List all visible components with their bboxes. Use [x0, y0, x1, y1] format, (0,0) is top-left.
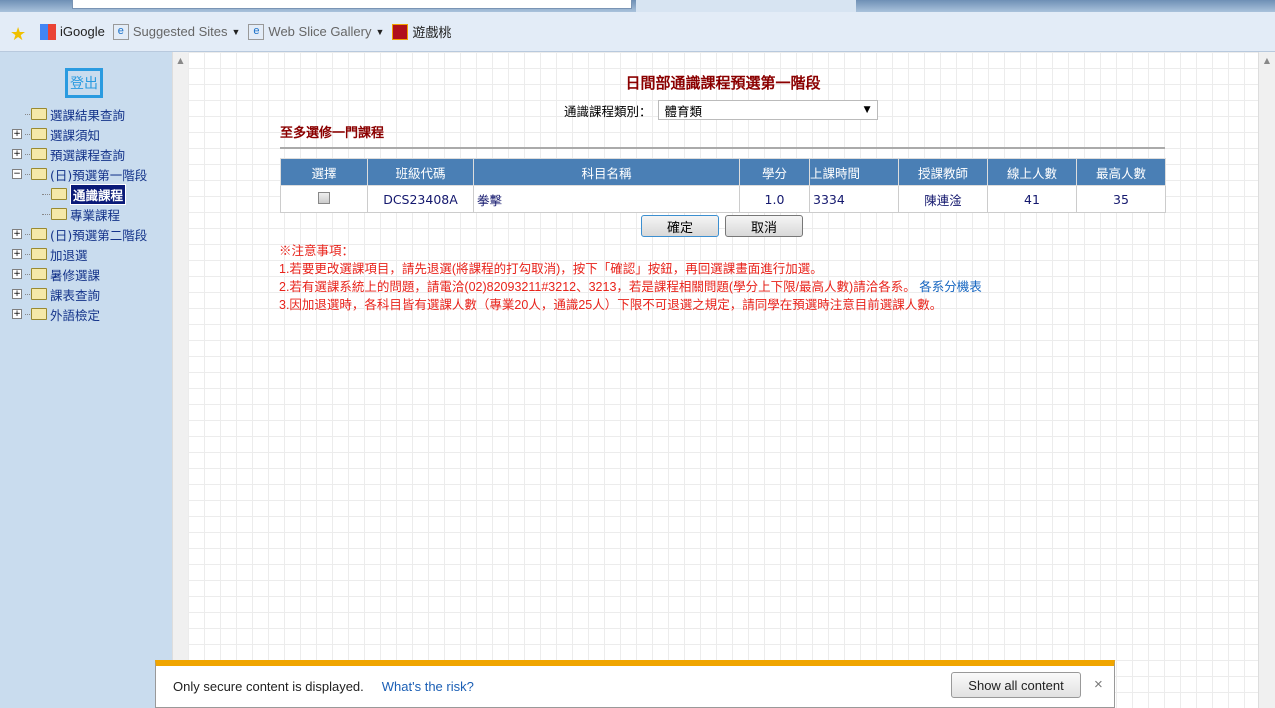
ie-page-icon: e — [112, 23, 129, 40]
ie-page-icon: e — [248, 23, 265, 40]
expand-icon[interactable]: + — [12, 149, 22, 159]
sidebar-item-add-drop[interactable]: + 加退選 — [12, 244, 147, 264]
course-code: DCS23408A — [367, 185, 474, 213]
folder-icon — [31, 228, 47, 240]
sidebar-item-language-test[interactable]: + 外語檢定 — [12, 304, 147, 324]
nav-tree: 選課結果查詢 + 選課須知 + 預選課程查詢 − (日)預選第一階段 通識課程 專業課… — [12, 104, 147, 324]
header-time: 上課時間 — [809, 158, 899, 186]
favorite-game[interactable]: 遊戲桃 — [392, 22, 451, 41]
collapse-icon[interactable]: − — [12, 169, 22, 179]
header-teacher: 授課教師 — [898, 158, 988, 186]
notes-heading: ※注意事項： — [279, 244, 355, 258]
address-bar[interactable] — [72, 0, 632, 9]
course-credit: 1.0 — [739, 185, 810, 213]
favorite-igoogle[interactable]: iGoogle — [40, 23, 105, 40]
table-header: 選擇 班級代碼 科目名稱 學分 上課時間 授課教師 線上人數 最高人數 — [280, 158, 1166, 186]
divider — [280, 147, 1165, 149]
expand-icon[interactable]: + — [12, 289, 22, 299]
folder-icon — [31, 308, 47, 320]
sidebar-item-preselect-query[interactable]: + 預選課程查詢 — [12, 144, 147, 164]
show-all-content-button[interactable]: Show all content — [951, 672, 1081, 698]
header-code: 班級代碼 — [367, 158, 474, 186]
header-online: 線上人數 — [987, 158, 1077, 186]
dropdown-arrow-icon: ▼ — [375, 26, 385, 37]
scroll-up-icon[interactable]: ▲ — [1259, 56, 1275, 65]
folder-icon — [31, 268, 47, 280]
expand-icon[interactable]: + — [12, 249, 22, 259]
favorite-web-slice-gallery[interactable]: e Web Slice Gallery ▼ — [248, 23, 385, 40]
favorites-bar: ★ iGoogle e Suggested Sites ▼ e Web Slice G… — [0, 12, 1275, 52]
expand-icon[interactable]: + — [12, 129, 22, 139]
folder-icon — [31, 108, 47, 120]
category-label: 通識課程類別： — [564, 103, 652, 119]
security-notification-bar: Only secure content is displayed. What's… — [155, 660, 1115, 708]
table-row: DCS23408A 拳擊 1.0 3334 陳連淦 41 35 — [280, 185, 1166, 213]
scroll-up-icon[interactable]: ▲ — [173, 56, 188, 65]
favorite-suggested-sites[interactable]: e Suggested Sites ▼ — [112, 23, 241, 40]
folder-icon — [31, 148, 47, 160]
close-icon[interactable]: × — [1094, 676, 1103, 693]
game-site-icon — [392, 23, 409, 40]
category-filter: 通識課程類別： 體育類 ▼ — [564, 100, 878, 120]
folder-icon — [51, 208, 67, 220]
header-name: 科目名稱 — [473, 158, 740, 186]
sidebar-item-general-courses[interactable]: 通識課程 — [12, 183, 147, 205]
chevron-down-icon: ▼ — [863, 105, 871, 115]
cancel-button[interactable]: 取消 — [725, 215, 803, 237]
google-icon — [40, 23, 56, 40]
dept-extension-link[interactable]: 各系分機表 — [919, 280, 982, 294]
page-scrollbar[interactable]: ▲ — [1258, 52, 1275, 708]
sidebar-item-summer[interactable]: + 暑修選課 — [12, 264, 147, 284]
sidebar-item-timetable[interactable]: + 課表查詢 — [12, 284, 147, 304]
folder-icon — [31, 168, 47, 180]
dropdown-arrow-icon: ▼ — [231, 26, 241, 37]
browser-tab[interactable] — [636, 0, 856, 12]
sidebar-scrollbar[interactable]: ▲ — [172, 52, 188, 708]
sidebar-item-stage-one[interactable]: − (日)預選第一階段 — [12, 164, 147, 184]
favorites-star-icon[interactable]: ★ — [10, 24, 32, 44]
sidebar-item-stage-two[interactable]: + (日)預選第二階段 — [12, 224, 147, 244]
note-2: 2.若有選課系統上的問題，請電洽(02)82093211#3212、3213，若… — [279, 280, 916, 294]
sidebar-item-course-result[interactable]: 選課結果查詢 — [12, 104, 147, 124]
course-table: 選擇 班級代碼 科目名稱 學分 上課時間 授課教師 線上人數 最高人數 DCS2… — [280, 158, 1166, 213]
course-time: 3334 — [809, 185, 899, 213]
sidebar-item-major-courses[interactable]: 專業課程 — [12, 204, 147, 224]
whats-the-risk-link[interactable]: What's the risk? — [382, 679, 474, 694]
sidebar-item-notice[interactable]: + 選課須知 — [12, 124, 147, 144]
header-select: 選擇 — [280, 158, 368, 186]
expand-icon[interactable]: + — [12, 229, 22, 239]
course-checkbox[interactable] — [318, 191, 330, 204]
note-1: 1.若要更改選課項目，請先退選(將課程的打勾取消)，按下「確認」按鈕，再回選課畫… — [279, 262, 823, 276]
course-teacher: 陳連淦 — [898, 185, 988, 213]
confirm-button[interactable]: 確定 — [641, 215, 719, 237]
header-max: 最高人數 — [1076, 158, 1166, 186]
course-name: 拳擊 — [473, 185, 740, 213]
notes: ※注意事項： 1.若要更改選課項目，請先退選(將課程的打勾取消)，按下「確認」按… — [279, 242, 982, 314]
browser-title-bar — [0, 0, 1275, 12]
category-select[interactable]: 體育類 ▼ — [657, 100, 878, 120]
open-folder-icon — [51, 188, 67, 200]
limit-notice: 至多選修一門課程 — [280, 126, 385, 141]
logout-button[interactable]: 登出 — [65, 68, 103, 98]
max-count: 35 — [1076, 185, 1166, 213]
main-content: 日間部通識課程預選第一階段 通識課程類別： 體育類 ▼ 至多選修一門課程 選擇 班… — [188, 52, 1258, 708]
notification-message: Only secure content is displayed. — [173, 679, 364, 694]
expand-icon[interactable]: + — [12, 309, 22, 319]
header-credit: 學分 — [739, 158, 810, 186]
folder-icon — [31, 128, 47, 140]
page-title: 日間部通識課程預選第一階段 — [625, 74, 821, 92]
folder-icon — [31, 288, 47, 300]
expand-icon[interactable]: + — [12, 269, 22, 279]
folder-icon — [31, 248, 47, 260]
note-3: 3.因加退選時，各科目皆有選課人數（專業20人，通識25人）下限不可退選之規定，… — [279, 298, 943, 312]
online-count: 41 — [987, 185, 1077, 213]
